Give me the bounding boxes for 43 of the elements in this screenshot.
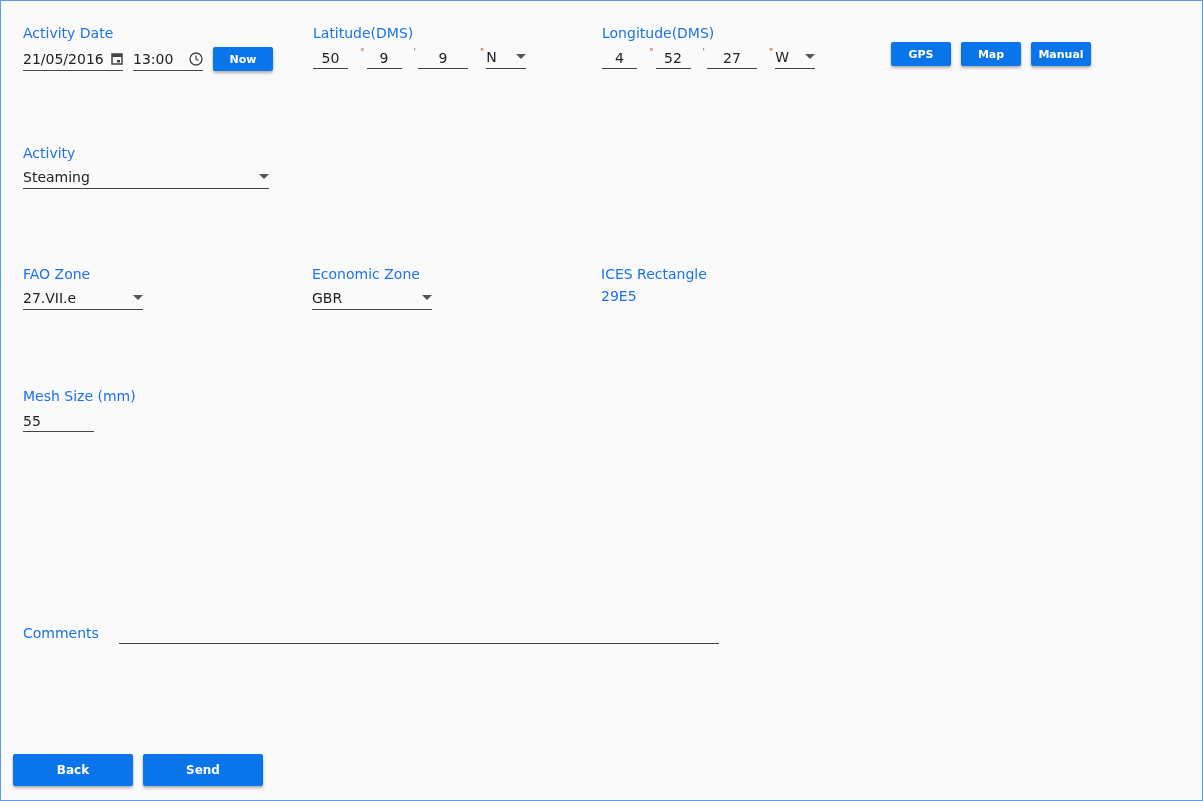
field-label: Activity Date — [23, 25, 115, 41]
field-label: FAO Zone — [23, 266, 92, 282]
field-label: Longitude(DMS) — [602, 25, 716, 41]
location-button[interactable]: GPS — [891, 42, 951, 66]
caret-icon — [805, 54, 816, 59]
clock-icon — [189, 51, 203, 66]
field-label: Mesh Size (mm) — [23, 388, 137, 404]
date-field[interactable]: 21/05/2016 — [23, 49, 123, 71]
coordinate-input[interactable]: 4 — [602, 47, 637, 69]
time-field[interactable]: 13:00 — [133, 49, 203, 71]
calendar-icon — [111, 52, 123, 65]
unit-mark: ° — [360, 47, 365, 57]
coordinate-input[interactable]: 9 — [366, 47, 402, 69]
coordinate-input[interactable]: 27 — [707, 47, 757, 69]
field-label: ICES Rectangle — [601, 266, 708, 282]
unit-mark: " — [480, 47, 485, 57]
hemisphere-dropdown[interactable]: W — [775, 47, 816, 69]
field-label: Economic Zone — [312, 266, 421, 282]
caret-icon — [133, 295, 143, 300]
caret-icon — [259, 174, 269, 179]
action-button[interactable]: Send — [143, 754, 263, 786]
unit-mark: ° — [649, 47, 654, 57]
zone-dropdown[interactable]: GBR — [312, 288, 432, 310]
field-label: Comments — [23, 625, 99, 641]
action-button[interactable]: Back — [13, 754, 133, 786]
field-label: Latitude(DMS) — [313, 25, 415, 41]
unit-mark: ' — [413, 47, 416, 57]
coordinate-input[interactable]: 50 — [313, 47, 348, 69]
mesh-size-input[interactable]: 55 — [23, 410, 94, 432]
unit-mark: " — [769, 47, 774, 57]
caret-icon — [422, 295, 432, 300]
field-value: 29E5 — [601, 288, 638, 304]
unit-mark: ' — [702, 47, 705, 57]
coordinate-input[interactable]: 52 — [655, 47, 691, 69]
caret-icon — [516, 54, 527, 59]
coordinate-input[interactable]: 9 — [418, 47, 468, 69]
location-button[interactable]: Map — [961, 42, 1021, 66]
now-button[interactable]: Now — [213, 47, 273, 71]
activity-dropdown[interactable]: Steaming — [23, 167, 269, 189]
hemisphere-dropdown[interactable]: N — [486, 47, 527, 69]
field-label: Activity — [23, 145, 77, 161]
location-button[interactable]: Manual — [1031, 42, 1091, 66]
zone-dropdown[interactable]: 27.VII.e — [23, 288, 143, 310]
